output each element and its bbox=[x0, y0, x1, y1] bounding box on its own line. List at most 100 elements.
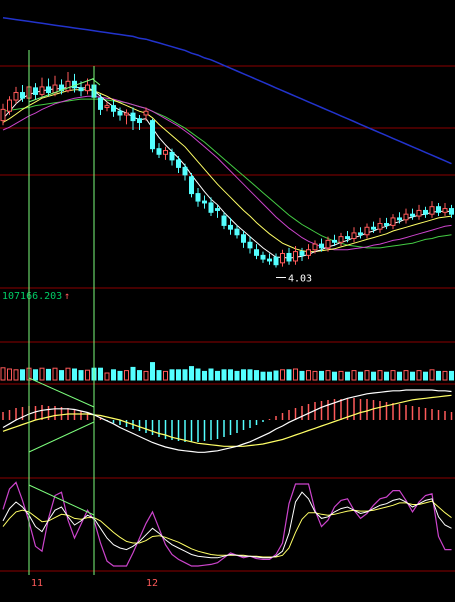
volume-bar bbox=[436, 370, 441, 381]
volume-bar bbox=[429, 369, 435, 381]
volume-bar bbox=[176, 369, 181, 381]
volume-bar bbox=[254, 370, 259, 381]
candle-body bbox=[46, 86, 51, 94]
stock-chart-svg: 4.03 107166.203 ↑ 11 12 bbox=[0, 16, 455, 589]
volume-bar bbox=[104, 372, 110, 381]
candle-body bbox=[351, 232, 357, 240]
macd-dea-line bbox=[2, 394, 452, 447]
volume-bar bbox=[98, 367, 103, 381]
volume-bar bbox=[143, 370, 149, 381]
macd-dif-line bbox=[2, 389, 452, 453]
candle-body bbox=[273, 256, 279, 266]
candle-body bbox=[20, 92, 25, 99]
volume-bar bbox=[52, 367, 58, 381]
candle-body bbox=[306, 249, 311, 256]
volume-bar bbox=[117, 370, 123, 381]
candle-body bbox=[397, 217, 402, 221]
volume-bar bbox=[124, 370, 129, 381]
candle-body bbox=[117, 110, 123, 116]
volume-bar bbox=[403, 370, 409, 381]
volume-bar bbox=[345, 371, 350, 381]
candle-body bbox=[429, 206, 435, 215]
volume-bar bbox=[20, 369, 25, 381]
stock-chart-screen: 4.03 107166.203 ↑ 11 12 bbox=[0, 0, 455, 602]
candle-body bbox=[449, 208, 454, 215]
volume-bar bbox=[397, 371, 402, 381]
volume-bar bbox=[46, 368, 51, 381]
candle-body bbox=[156, 148, 162, 155]
volume-value-label: 107166.203 bbox=[2, 291, 62, 302]
volume-bar bbox=[39, 367, 45, 381]
x-axis-label-12: 12 bbox=[146, 578, 158, 589]
volume-bar bbox=[325, 370, 331, 381]
volume-bar bbox=[338, 370, 344, 381]
candle-body bbox=[403, 213, 409, 221]
candle-body bbox=[202, 200, 207, 204]
candle-body bbox=[410, 213, 415, 217]
candle-body bbox=[416, 209, 422, 217]
volume-bar bbox=[286, 369, 292, 381]
candle-body bbox=[390, 217, 396, 226]
candle-body bbox=[241, 234, 246, 243]
volume-bar bbox=[332, 371, 337, 381]
candle-body bbox=[364, 226, 370, 236]
candle-body bbox=[286, 252, 292, 262]
candle-body bbox=[98, 97, 103, 110]
volume-bar bbox=[273, 370, 279, 381]
candle-body bbox=[377, 223, 383, 230]
candle-body bbox=[384, 223, 389, 226]
candle-body bbox=[182, 166, 188, 176]
candle-body bbox=[254, 249, 259, 256]
volume-bar bbox=[267, 371, 272, 381]
kdj-d-line bbox=[2, 500, 452, 558]
volume-bar bbox=[163, 370, 168, 381]
candle-body bbox=[111, 105, 116, 112]
volume-bar bbox=[221, 369, 227, 381]
volume-bar bbox=[72, 368, 77, 381]
volume-bar bbox=[59, 370, 64, 381]
candle-body bbox=[176, 159, 181, 168]
price-trend-tick bbox=[91, 78, 101, 86]
candle-body bbox=[358, 232, 363, 236]
candle-body bbox=[221, 215, 227, 226]
volume-bar bbox=[241, 369, 246, 381]
candle-body bbox=[0, 108, 6, 122]
volume-bar bbox=[260, 371, 266, 381]
volume-bar bbox=[169, 369, 175, 381]
volume-bar bbox=[416, 370, 422, 381]
candle-body bbox=[143, 110, 149, 116]
candle-body bbox=[65, 80, 71, 92]
candle-body bbox=[39, 86, 45, 95]
volume-bar bbox=[306, 370, 311, 381]
volume-arrow: ↑ bbox=[64, 291, 70, 302]
volume-bar bbox=[377, 370, 383, 381]
volume-bar bbox=[195, 368, 201, 381]
candle-body bbox=[293, 251, 298, 262]
candle-body bbox=[104, 105, 110, 109]
candle-body bbox=[215, 208, 220, 211]
volume-bar bbox=[182, 369, 188, 381]
candle-body bbox=[247, 241, 253, 249]
candle-body bbox=[280, 252, 285, 264]
volume-bar bbox=[0, 367, 6, 381]
candle-body bbox=[267, 258, 272, 262]
volume-bar bbox=[137, 370, 142, 381]
candle-body bbox=[319, 243, 324, 249]
candle-body bbox=[52, 84, 58, 94]
candle-body bbox=[299, 251, 305, 256]
volume-bar bbox=[150, 362, 155, 381]
macd-trend-line bbox=[28, 421, 95, 453]
candle-body bbox=[312, 243, 318, 251]
volume-bar bbox=[85, 369, 90, 381]
candle-body bbox=[130, 112, 136, 122]
candle-body bbox=[234, 228, 240, 236]
volume-bar bbox=[13, 369, 19, 381]
x-axis-label-11: 11 bbox=[31, 578, 43, 589]
volume-bar bbox=[130, 366, 136, 381]
volume-bar bbox=[423, 371, 428, 381]
volume-bar bbox=[234, 370, 240, 381]
volume-bar bbox=[215, 370, 220, 381]
candle-body bbox=[150, 120, 155, 150]
kdj-trend-line bbox=[28, 484, 95, 516]
volume-bar bbox=[156, 370, 162, 381]
